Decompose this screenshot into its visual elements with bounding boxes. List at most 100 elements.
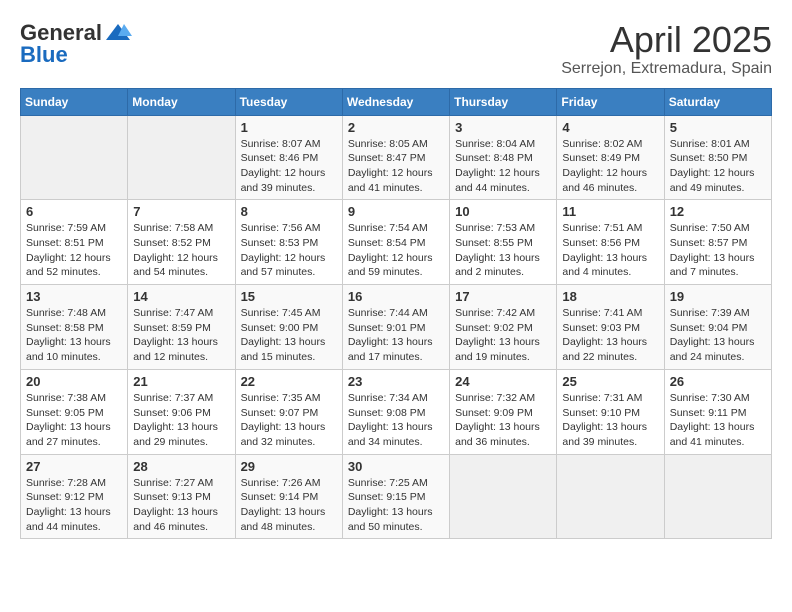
day-info: Sunrise: 7:27 AMSunset: 9:13 PMDaylight:… [133, 476, 229, 535]
logo-blue: Blue [20, 42, 68, 68]
day-info: Sunrise: 8:05 AMSunset: 8:47 PMDaylight:… [348, 137, 444, 196]
day-number: 3 [455, 120, 551, 135]
day-number: 16 [348, 289, 444, 304]
day-number: 14 [133, 289, 229, 304]
day-info: Sunrise: 7:31 AMSunset: 9:10 PMDaylight:… [562, 391, 658, 450]
day-number: 15 [241, 289, 337, 304]
day-number: 1 [241, 120, 337, 135]
calendar-cell: 7 Sunrise: 7:58 AMSunset: 8:52 PMDaylight… [128, 200, 235, 285]
day-number: 8 [241, 204, 337, 219]
calendar-week-2: 6 Sunrise: 7:59 AMSunset: 8:51 PMDaylight… [21, 200, 772, 285]
calendar-cell: 12 Sunrise: 7:50 AMSunset: 8:57 PMDayligh… [664, 200, 771, 285]
day-number: 29 [241, 459, 337, 474]
day-info: Sunrise: 7:44 AMSunset: 9:01 PMDaylight:… [348, 306, 444, 365]
day-number: 18 [562, 289, 658, 304]
day-info: Sunrise: 7:41 AMSunset: 9:03 PMDaylight:… [562, 306, 658, 365]
calendar-week-1: 1 Sunrise: 8:07 AMSunset: 8:46 PMDaylight… [21, 115, 772, 200]
calendar-cell: 5 Sunrise: 8:01 AMSunset: 8:50 PMDaylight… [664, 115, 771, 200]
day-number: 6 [26, 204, 122, 219]
day-info: Sunrise: 7:42 AMSunset: 9:02 PMDaylight:… [455, 306, 551, 365]
calendar-cell: 1 Sunrise: 8:07 AMSunset: 8:46 PMDaylight… [235, 115, 342, 200]
day-info: Sunrise: 8:04 AMSunset: 8:48 PMDaylight:… [455, 137, 551, 196]
day-info: Sunrise: 7:32 AMSunset: 9:09 PMDaylight:… [455, 391, 551, 450]
col-header-saturday: Saturday [664, 88, 771, 115]
day-number: 2 [348, 120, 444, 135]
day-number: 26 [670, 374, 766, 389]
calendar-cell: 29 Sunrise: 7:26 AMSunset: 9:14 PMDayligh… [235, 454, 342, 539]
calendar-week-3: 13 Sunrise: 7:48 AMSunset: 8:58 PMDayligh… [21, 285, 772, 370]
col-header-monday: Monday [128, 88, 235, 115]
calendar-cell [128, 115, 235, 200]
logo-icon [104, 22, 132, 44]
day-number: 30 [348, 459, 444, 474]
calendar-cell: 14 Sunrise: 7:47 AMSunset: 8:59 PMDayligh… [128, 285, 235, 370]
calendar-week-5: 27 Sunrise: 7:28 AMSunset: 9:12 PMDayligh… [21, 454, 772, 539]
day-number: 28 [133, 459, 229, 474]
calendar-cell: 18 Sunrise: 7:41 AMSunset: 9:03 PMDayligh… [557, 285, 664, 370]
calendar-cell: 11 Sunrise: 7:51 AMSunset: 8:56 PMDayligh… [557, 200, 664, 285]
calendar-cell: 3 Sunrise: 8:04 AMSunset: 8:48 PMDaylight… [450, 115, 557, 200]
calendar-cell: 4Sunrise: 8:02 AMSunset: 8:49 PMDaylight… [557, 115, 664, 200]
calendar-week-4: 20Sunrise: 7:38 AMSunset: 9:05 PMDayligh… [21, 369, 772, 454]
calendar-cell: 24 Sunrise: 7:32 AMSunset: 9:09 PMDayligh… [450, 369, 557, 454]
calendar-header-row: SundayMondayTuesdayWednesdayThursdayFrid… [21, 88, 772, 115]
logo: General Blue [20, 20, 134, 68]
calendar-cell: 26 Sunrise: 7:30 AMSunset: 9:11 PMDayligh… [664, 369, 771, 454]
day-info: Sunrise: 7:30 AMSunset: 9:11 PMDaylight:… [670, 391, 766, 450]
day-info: Sunrise: 7:37 AMSunset: 9:06 PMDaylight:… [133, 391, 229, 450]
day-info: Sunrise: 7:59 AMSunset: 8:51 PMDaylight:… [26, 221, 122, 280]
day-info: Sunrise: 7:26 AMSunset: 9:14 PMDaylight:… [241, 476, 337, 535]
calendar-cell: 8Sunrise: 7:56 AMSunset: 8:53 PMDaylight… [235, 200, 342, 285]
day-info: Sunrise: 7:48 AMSunset: 8:58 PMDaylight:… [26, 306, 122, 365]
day-info: Sunrise: 8:07 AMSunset: 8:46 PMDaylight:… [241, 137, 337, 196]
calendar-cell [21, 115, 128, 200]
page-header: General Blue April 2025 Serrejon, Extrem… [20, 20, 772, 78]
day-number: 5 [670, 120, 766, 135]
title-block: April 2025 Serrejon, Extremadura, Spain [561, 20, 772, 78]
col-header-thursday: Thursday [450, 88, 557, 115]
calendar-cell: 21 Sunrise: 7:37 AMSunset: 9:06 PMDayligh… [128, 369, 235, 454]
calendar-cell: 20Sunrise: 7:38 AMSunset: 9:05 PMDayligh… [21, 369, 128, 454]
day-number: 13 [26, 289, 122, 304]
day-number: 11 [562, 204, 658, 219]
day-info: Sunrise: 8:01 AMSunset: 8:50 PMDaylight:… [670, 137, 766, 196]
col-header-tuesday: Tuesday [235, 88, 342, 115]
day-info: Sunrise: 7:45 AMSunset: 9:00 PMDaylight:… [241, 306, 337, 365]
page-title: April 2025 [561, 20, 772, 60]
calendar-cell: 19Sunrise: 7:39 AMSunset: 9:04 PMDayligh… [664, 285, 771, 370]
day-info: Sunrise: 7:35 AMSunset: 9:07 PMDaylight:… [241, 391, 337, 450]
day-number: 9 [348, 204, 444, 219]
day-number: 17 [455, 289, 551, 304]
day-info: Sunrise: 7:53 AMSunset: 8:55 PMDaylight:… [455, 221, 551, 280]
day-number: 21 [133, 374, 229, 389]
calendar-cell: 28 Sunrise: 7:27 AMSunset: 9:13 PMDayligh… [128, 454, 235, 539]
day-info: Sunrise: 7:50 AMSunset: 8:57 PMDaylight:… [670, 221, 766, 280]
day-info: Sunrise: 7:28 AMSunset: 9:12 PMDaylight:… [26, 476, 122, 535]
day-number: 25 [562, 374, 658, 389]
day-info: Sunrise: 7:47 AMSunset: 8:59 PMDaylight:… [133, 306, 229, 365]
calendar-cell: 30Sunrise: 7:25 AMSunset: 9:15 PMDayligh… [342, 454, 449, 539]
calendar-cell: 23 Sunrise: 7:34 AMSunset: 9:08 PMDayligh… [342, 369, 449, 454]
day-number: 12 [670, 204, 766, 219]
page-subtitle: Serrejon, Extremadura, Spain [561, 60, 772, 78]
day-number: 22 [241, 374, 337, 389]
calendar-cell: 10 Sunrise: 7:53 AMSunset: 8:55 PMDayligh… [450, 200, 557, 285]
col-header-wednesday: Wednesday [342, 88, 449, 115]
day-number: 27 [26, 459, 122, 474]
day-info: Sunrise: 7:38 AMSunset: 9:05 PMDaylight:… [26, 391, 122, 450]
day-number: 7 [133, 204, 229, 219]
day-info: Sunrise: 7:34 AMSunset: 9:08 PMDaylight:… [348, 391, 444, 450]
calendar-cell: 22 Sunrise: 7:35 AMSunset: 9:07 PMDayligh… [235, 369, 342, 454]
calendar-cell [664, 454, 771, 539]
day-info: Sunrise: 7:58 AMSunset: 8:52 PMDaylight:… [133, 221, 229, 280]
day-info: Sunrise: 7:54 AMSunset: 8:54 PMDaylight:… [348, 221, 444, 280]
calendar-cell: 13 Sunrise: 7:48 AMSunset: 8:58 PMDayligh… [21, 285, 128, 370]
day-info: Sunrise: 7:51 AMSunset: 8:56 PMDaylight:… [562, 221, 658, 280]
day-number: 24 [455, 374, 551, 389]
calendar-cell: 6 Sunrise: 7:59 AMSunset: 8:51 PMDaylight… [21, 200, 128, 285]
day-number: 23 [348, 374, 444, 389]
calendar-cell: 27 Sunrise: 7:28 AMSunset: 9:12 PMDayligh… [21, 454, 128, 539]
day-number: 19 [670, 289, 766, 304]
calendar-cell [557, 454, 664, 539]
day-number: 10 [455, 204, 551, 219]
